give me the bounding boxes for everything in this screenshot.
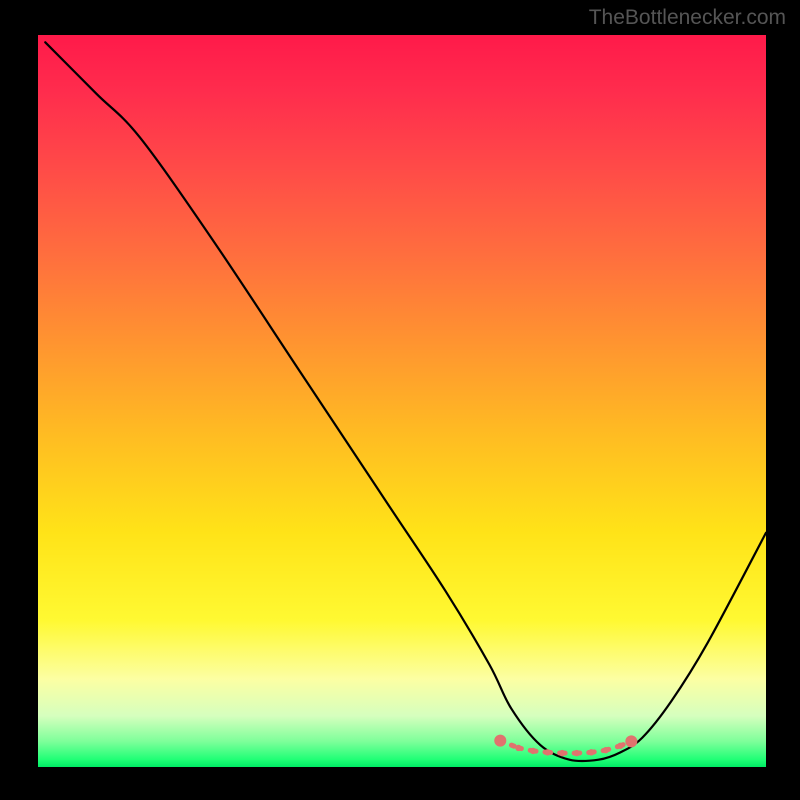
optimal-range-markers — [494, 735, 637, 757]
plot-area — [38, 35, 766, 767]
bottleneck-curve — [45, 42, 766, 761]
chart-svg — [38, 35, 766, 767]
attribution-text: TheBottlenecker.com — [589, 6, 786, 30]
